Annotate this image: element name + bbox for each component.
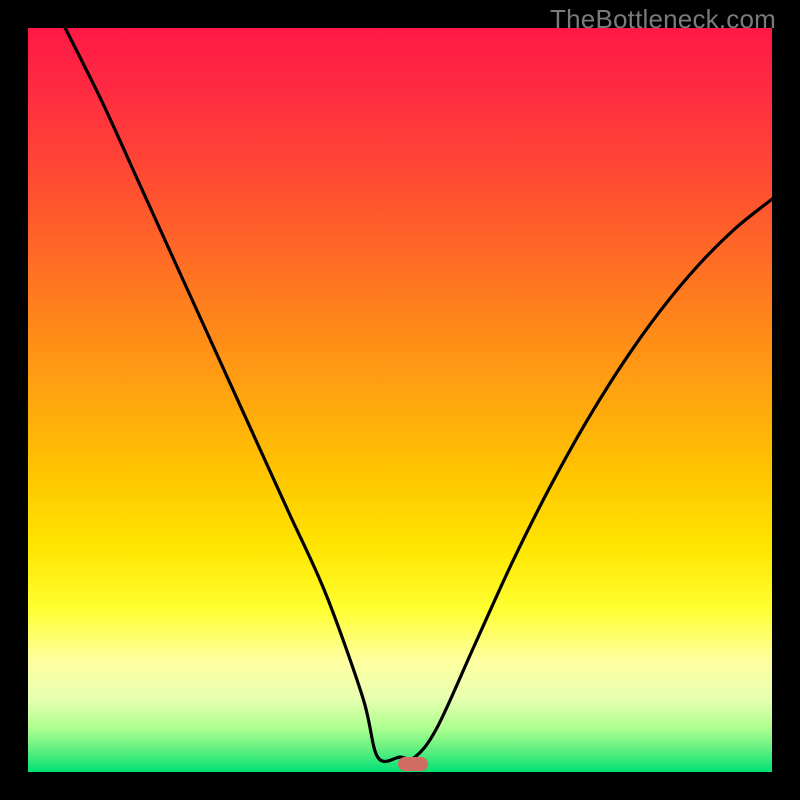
optimum-marker bbox=[398, 757, 428, 771]
bottleneck-curve bbox=[28, 28, 772, 772]
watermark-text: TheBottleneck.com bbox=[550, 4, 776, 35]
chart-frame: TheBottleneck.com bbox=[0, 0, 800, 800]
plot-area bbox=[28, 28, 772, 772]
